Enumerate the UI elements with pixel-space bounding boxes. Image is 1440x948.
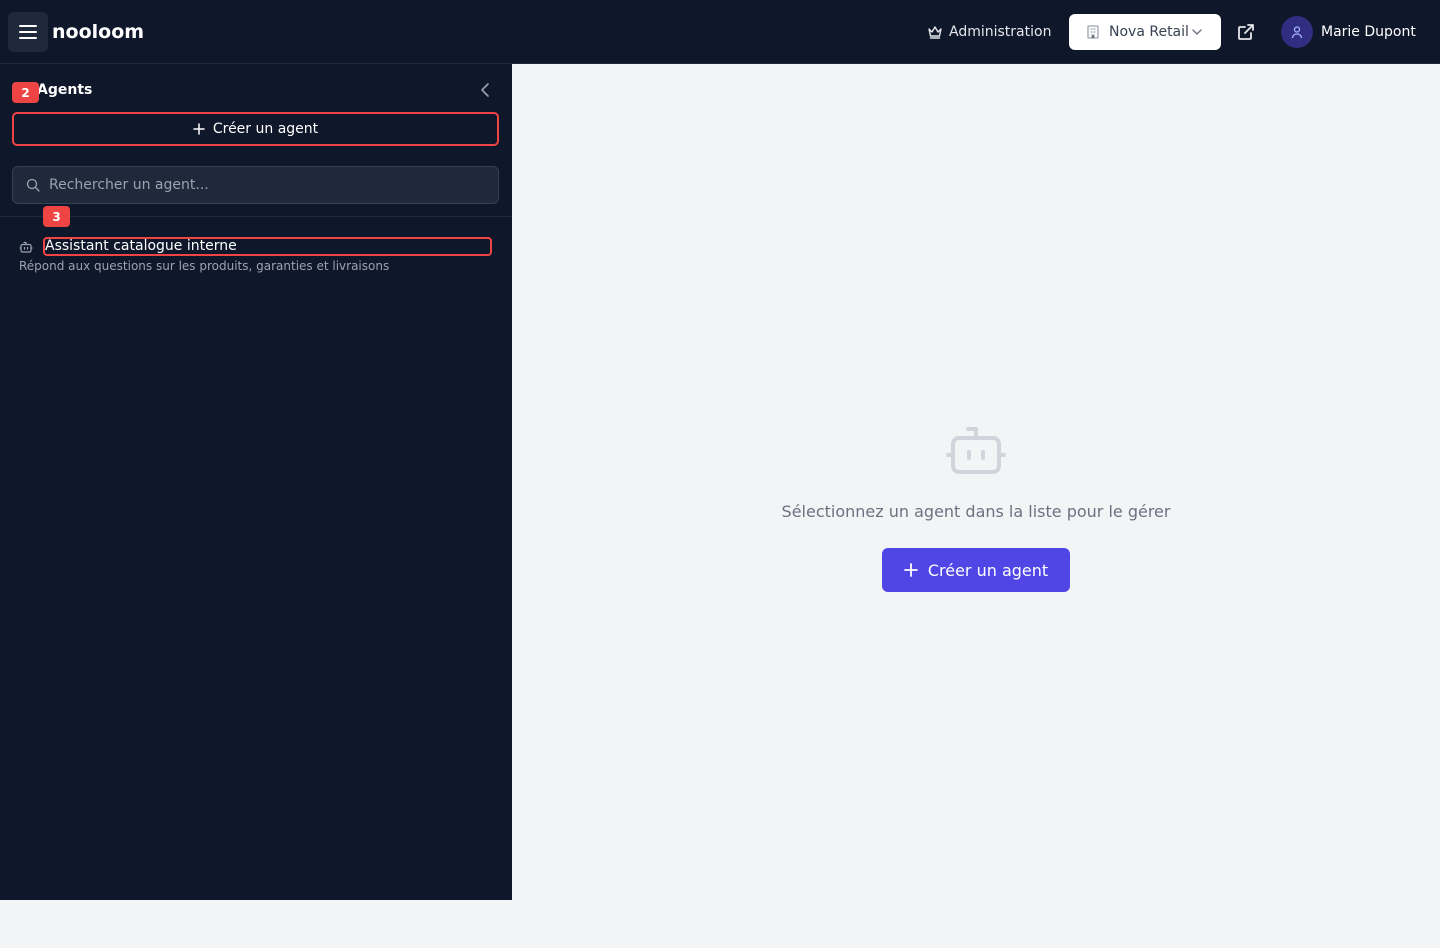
- organization-switcher[interactable]: Nova Retail: [1069, 14, 1221, 50]
- create-agent-label: Créer un agent: [212, 121, 319, 137]
- open-external-button[interactable]: [1234, 20, 1258, 44]
- avatar: [1281, 16, 1313, 48]
- create-agent-button[interactable]: Créer un agent: [882, 548, 1070, 592]
- search-icon: [26, 178, 40, 192]
- user-name: Marie Dupont: [1321, 24, 1416, 40]
- menu-icon: [19, 25, 37, 39]
- create-agent-label: Créer un agent: [927, 560, 1049, 580]
- plus-icon: [193, 123, 205, 135]
- crown-icon: [928, 26, 942, 39]
- divider: [0, 216, 512, 217]
- top-bar: nooloom Administration Nova Retail Marie…: [0, 0, 1440, 64]
- annotation-badge: 3: [43, 206, 70, 227]
- plus-icon: [903, 563, 918, 577]
- bot-icon: [946, 426, 1006, 482]
- organization-name: Nova Retail: [1109, 24, 1189, 40]
- create-agent-button[interactable]: Créer un agent: [12, 112, 499, 146]
- menu-button[interactable]: [8, 12, 48, 52]
- main-panel: Sélectionnez un agent dans la liste pour…: [512, 64, 1440, 948]
- bot-icon: [19, 239, 33, 258]
- agent-name: Assistant catalogue interne: [43, 237, 492, 256]
- collapse-sidebar-button[interactable]: [476, 80, 494, 100]
- agent-search: [12, 166, 499, 204]
- external-link-icon: [1238, 24, 1254, 40]
- brand-logo: nooloom: [52, 21, 145, 43]
- agents-sidebar: Agents 2 Créer un agent 3 Assistant cata…: [0, 64, 512, 900]
- agent-description: Répond aux questions sur les produits, g…: [19, 259, 390, 273]
- list-item[interactable]: Assistant catalogue interne Répond aux q…: [0, 232, 512, 280]
- administration-link[interactable]: Administration: [927, 22, 1051, 42]
- user-menu[interactable]: Marie Dupont: [1281, 16, 1416, 48]
- annotation-badge: 2: [12, 82, 39, 103]
- user-icon: [1291, 26, 1303, 39]
- chevron-down-icon: [1192, 29, 1202, 35]
- administration-label: Administration: [949, 24, 1052, 40]
- search-input[interactable]: [49, 177, 479, 193]
- chevron-left-icon: [481, 83, 489, 97]
- building-icon: [1087, 25, 1099, 39]
- sidebar-title: Agents: [37, 82, 93, 98]
- empty-state-message: Sélectionnez un agent dans la liste pour…: [781, 502, 1171, 521]
